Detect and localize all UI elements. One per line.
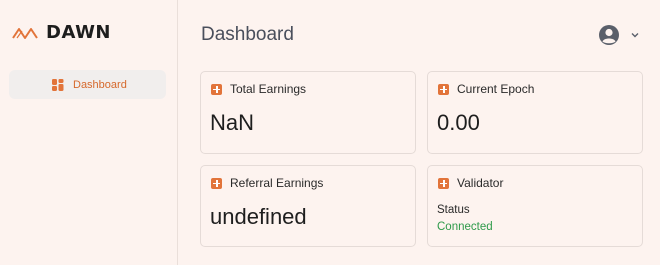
plus-badge-icon: [438, 177, 449, 189]
sidebar-item-label: Dashboard: [73, 78, 127, 91]
total-earnings-value: NaN: [210, 110, 255, 135]
user-avatar-icon[interactable]: [598, 24, 620, 46]
sidebar-item-dashboard[interactable]: Dashboard: [9, 70, 166, 99]
brand-name: DAWN: [46, 22, 111, 43]
validator-card: Validator Status Connected: [427, 165, 643, 247]
plus-badge-icon: [211, 177, 222, 189]
validator-status-label: Status: [437, 204, 470, 216]
chevron-down-icon[interactable]: [630, 31, 640, 39]
current-epoch-value: 0.00: [437, 110, 480, 135]
card-title: Validator: [457, 176, 504, 190]
page-title: Dashboard: [201, 24, 294, 45]
total-earnings-card: Total Earnings NaN: [200, 71, 416, 154]
card-title: Current Epoch: [457, 82, 535, 96]
validator-status-value: Connected: [437, 221, 493, 233]
dashboard-icon: [52, 79, 64, 91]
dawn-logo[interactable]: DAWN: [12, 22, 111, 43]
card-title: Referral Earnings: [230, 176, 324, 190]
plus-badge-icon: [211, 83, 222, 95]
plus-badge-icon: [438, 83, 449, 95]
sidebar: DAWN Dashboard: [0, 0, 178, 265]
referral-earnings-value: undefined: [210, 204, 307, 229]
dawn-logo-mark-icon: [12, 27, 38, 39]
card-title: Total Earnings: [230, 82, 307, 96]
referral-earnings-card: Referral Earnings undefined: [200, 165, 416, 247]
current-epoch-card: Current Epoch 0.00: [427, 71, 643, 154]
